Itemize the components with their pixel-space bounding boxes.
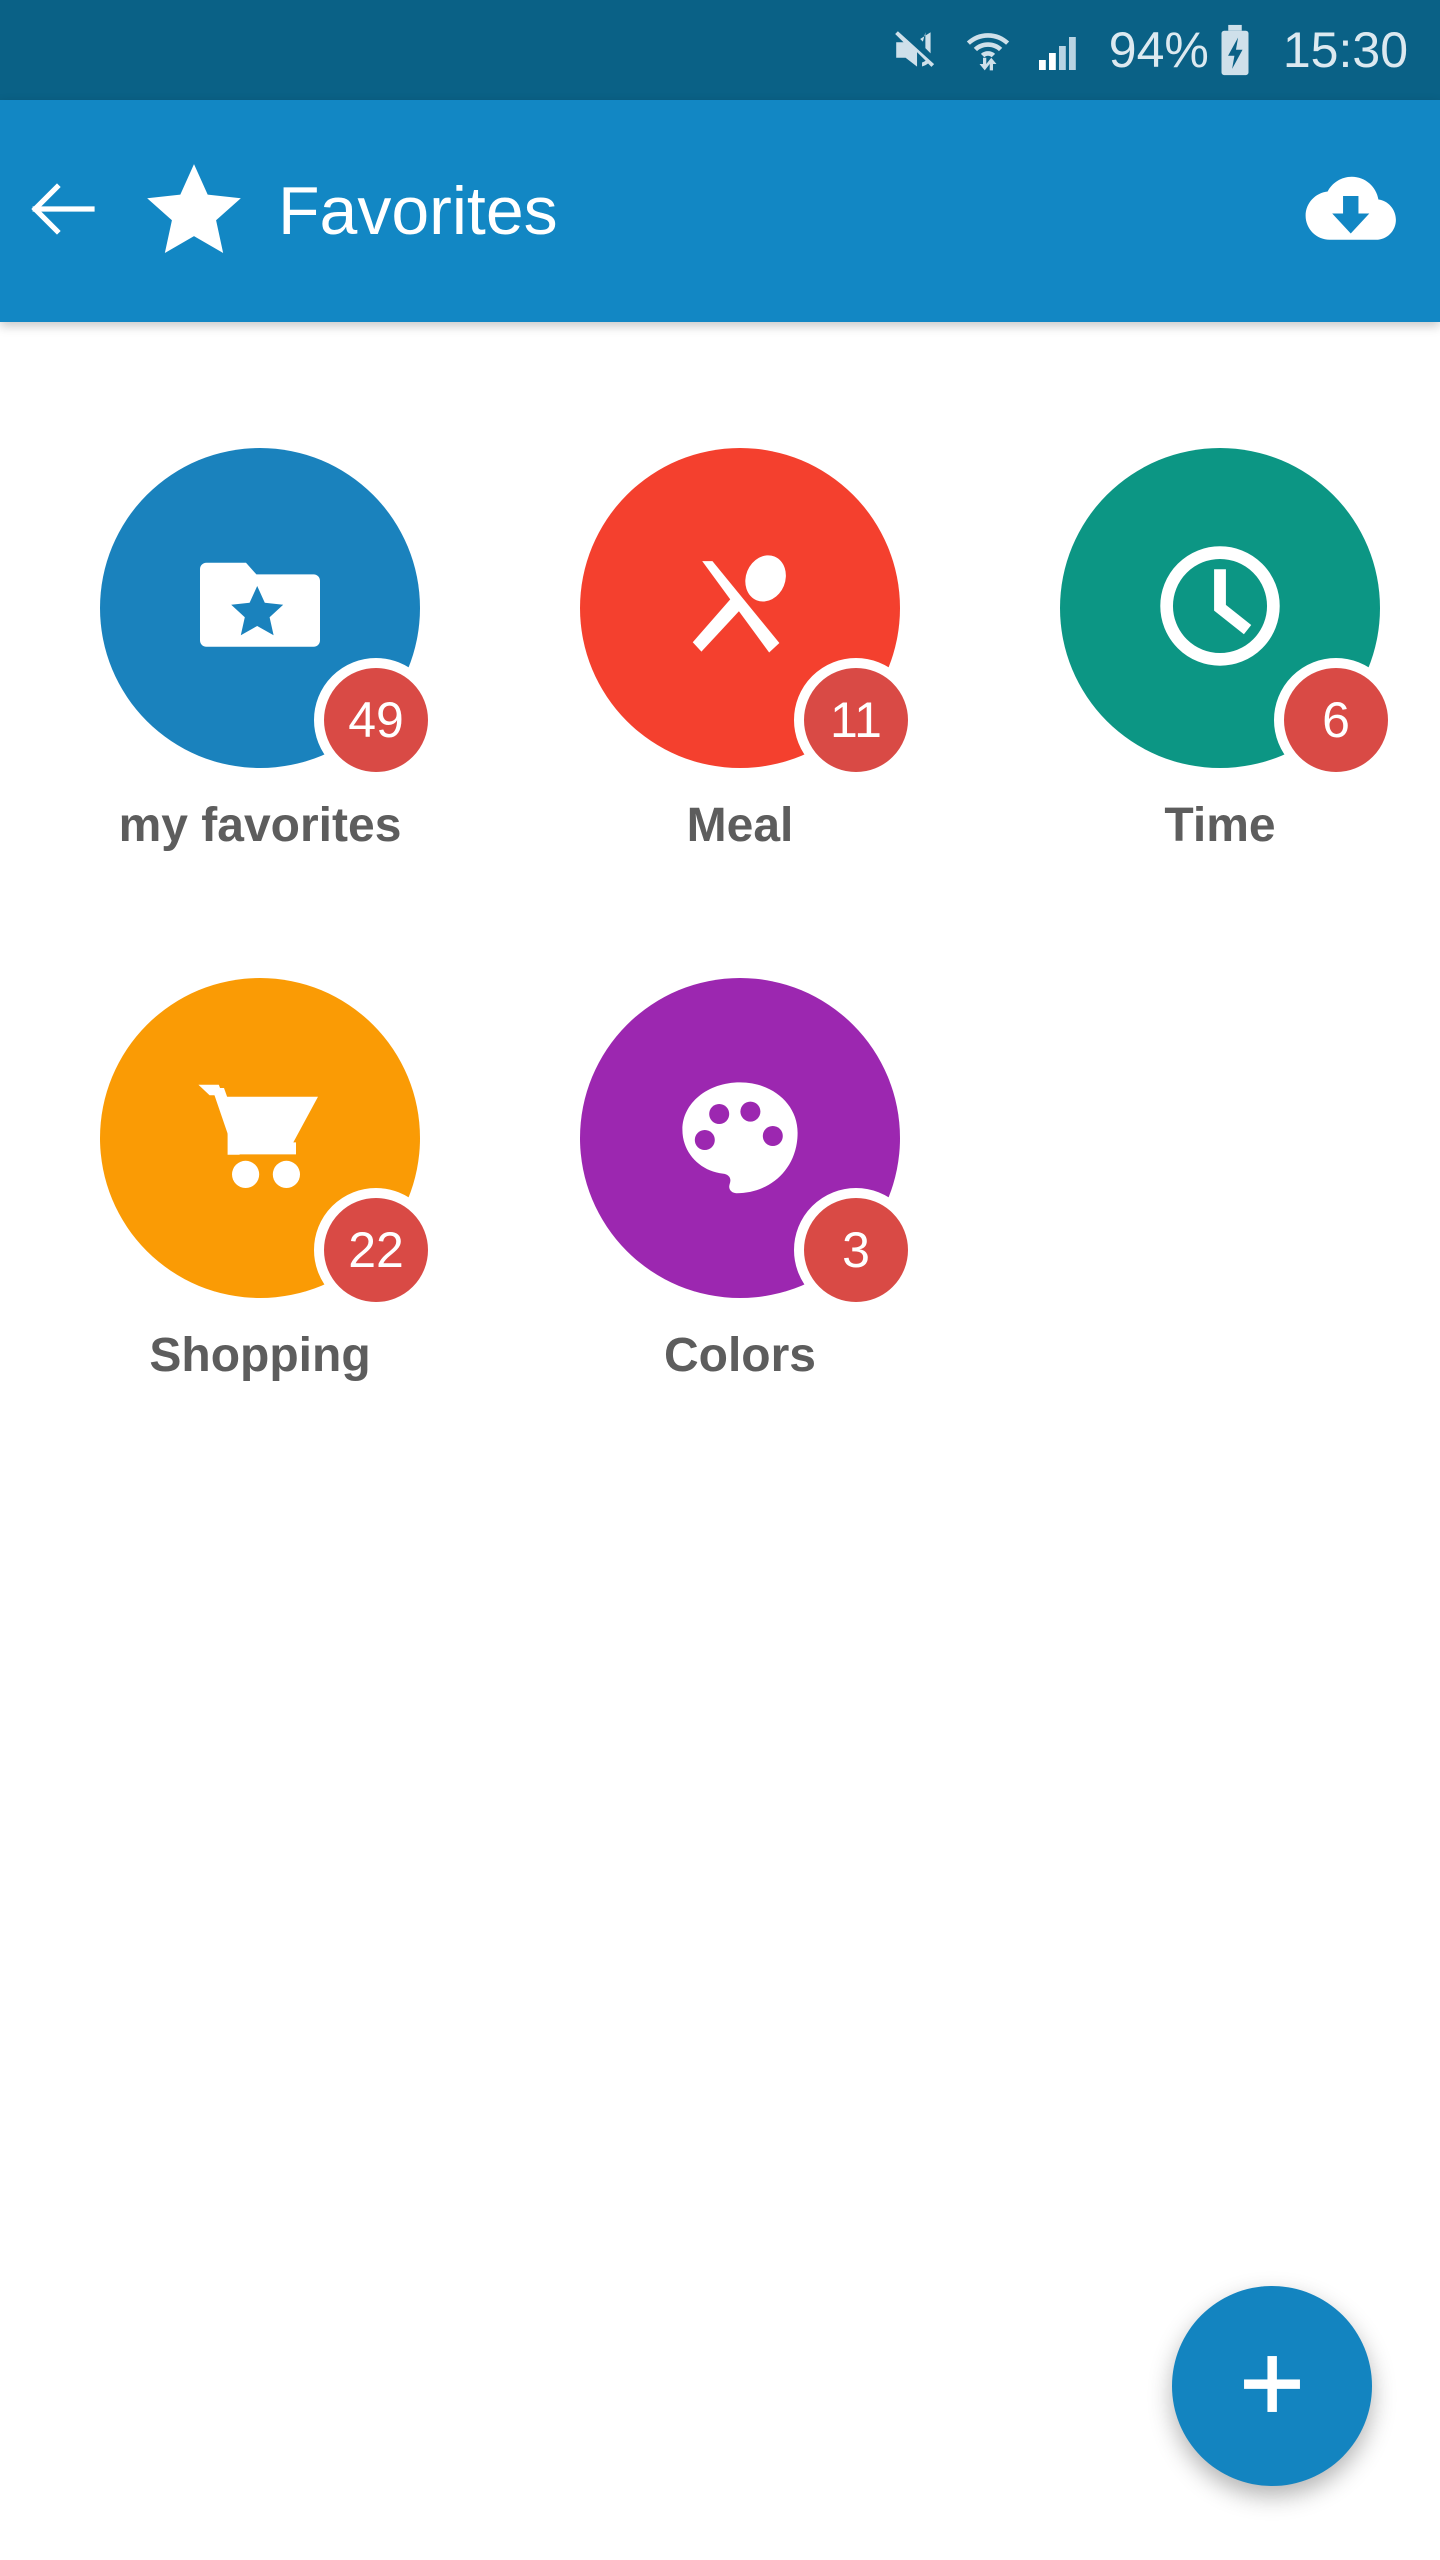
category-item-meal[interactable]: 11 Meal (520, 448, 960, 978)
folder-star-icon (196, 551, 324, 666)
content-area: 49 my favorites 11 Meal 6 Time 22 Shoppi… (0, 322, 1440, 2560)
category-circle-wrap: 6 (1060, 448, 1398, 782)
category-circle-wrap: 11 (580, 448, 918, 782)
cloud-download-icon (1300, 170, 1398, 253)
category-badge: 11 (794, 658, 918, 782)
category-badge: 3 (794, 1188, 918, 1312)
wifi-transfer-icon (963, 23, 1013, 77)
category-label: Colors (663, 1329, 816, 1382)
category-label: my favorites (118, 799, 402, 852)
category-label: Meal (686, 799, 794, 852)
app-screen: 94% 15:30 Favorites 49 my favorites 11 M… (0, 0, 1440, 2560)
plus-icon (1233, 2345, 1311, 2428)
page-title: Favorites (278, 173, 558, 249)
category-item-my-favorites[interactable]: 49 my favorites (40, 448, 480, 978)
category-circle-wrap: 49 (100, 448, 438, 782)
category-grid: 49 my favorites 11 Meal 6 Time 22 Shoppi… (0, 448, 1440, 1508)
category-badge: 6 (1274, 658, 1398, 782)
status-bar: 94% 15:30 (0, 0, 1440, 100)
utensils-icon (677, 543, 803, 674)
cellular-signal-icon (1035, 26, 1083, 74)
category-circle-wrap: 22 (100, 978, 438, 1312)
paint-palette-icon (676, 1075, 804, 1202)
clock-icon (1150, 536, 1290, 681)
shopping-cart-icon (192, 1076, 328, 1201)
category-badge: 49 (314, 658, 438, 782)
app-bar: Favorites (0, 100, 1440, 322)
category-badge: 22 (314, 1188, 438, 1312)
cloud-download-button[interactable] (1274, 100, 1424, 322)
add-button[interactable] (1172, 2286, 1372, 2486)
mute-icon (891, 25, 941, 75)
battery-charging-icon (1213, 23, 1257, 77)
back-button[interactable] (0, 100, 128, 322)
category-label: Shopping (149, 1329, 371, 1382)
category-label: Time (1164, 799, 1276, 852)
category-circle-wrap: 3 (580, 978, 918, 1312)
category-item-time[interactable]: 6 Time (1000, 448, 1440, 978)
status-bar-clock: 15:30 (1282, 22, 1408, 78)
battery-percent-text: 94% (1108, 22, 1209, 78)
grid-empty-slot (1000, 978, 1440, 1508)
back-arrow-icon (28, 177, 100, 246)
category-item-shopping[interactable]: 22 Shopping (40, 978, 480, 1508)
star-icon (138, 158, 250, 264)
category-item-colors[interactable]: 3 Colors (520, 978, 960, 1508)
